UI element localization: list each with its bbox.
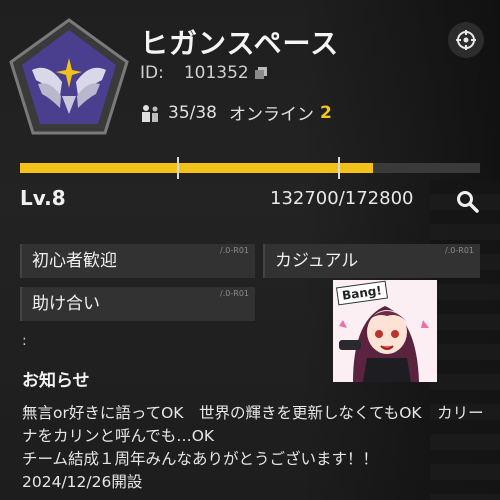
search-icon[interactable]: [456, 190, 480, 214]
notice-body: 無言or好きに語ってOK 世界の輝きを更新しなくてもOK カリーナをカリンと呼ん…: [22, 404, 484, 491]
tag-code: /.0-R01: [220, 289, 249, 298]
team-id: 101352: [183, 63, 249, 83]
team-level: Lv.8: [20, 186, 66, 210]
notice-title: お知らせ: [22, 371, 90, 391]
people-icon: [142, 104, 158, 122]
copy-icon[interactable]: [254, 67, 267, 79]
union-emblem: [9, 18, 129, 135]
settings-icon: [456, 30, 476, 50]
id-label: ID:: [140, 63, 164, 83]
tag-label: カジュアル: [275, 251, 359, 271]
tag-label: 初心者歓迎: [32, 251, 117, 271]
tag-code: /.0-R01: [445, 246, 474, 255]
progress-marker: [338, 157, 340, 179]
members-row: 35/38 オンライン 2: [140, 100, 332, 125]
progress-marker: [177, 157, 179, 179]
tag-label: 助け合い: [32, 294, 100, 314]
sticker-image: Bang!: [333, 280, 437, 382]
online-count: 2: [320, 102, 332, 123]
member-count: 35/38: [168, 102, 217, 123]
exp-progress-fill: [20, 163, 374, 173]
exp-progress-bar: [20, 157, 480, 179]
tag-beginner-welcome: 初心者歓迎 /.0-R01: [20, 244, 255, 278]
team-name: ヒガンスペース: [140, 27, 340, 60]
tag-mutual-help: 助け合い /.0-R01: [20, 287, 255, 321]
team-exp: 132700/172800: [270, 188, 414, 209]
online-label: オンライン: [229, 105, 314, 125]
settings-button[interactable]: [448, 22, 484, 58]
team-id-row: ID: 101352: [140, 63, 267, 83]
separator-dot: :: [22, 333, 27, 349]
tag-casual: カジュアル /.0-R01: [263, 244, 480, 278]
tag-code: /.0-R01: [220, 246, 249, 255]
